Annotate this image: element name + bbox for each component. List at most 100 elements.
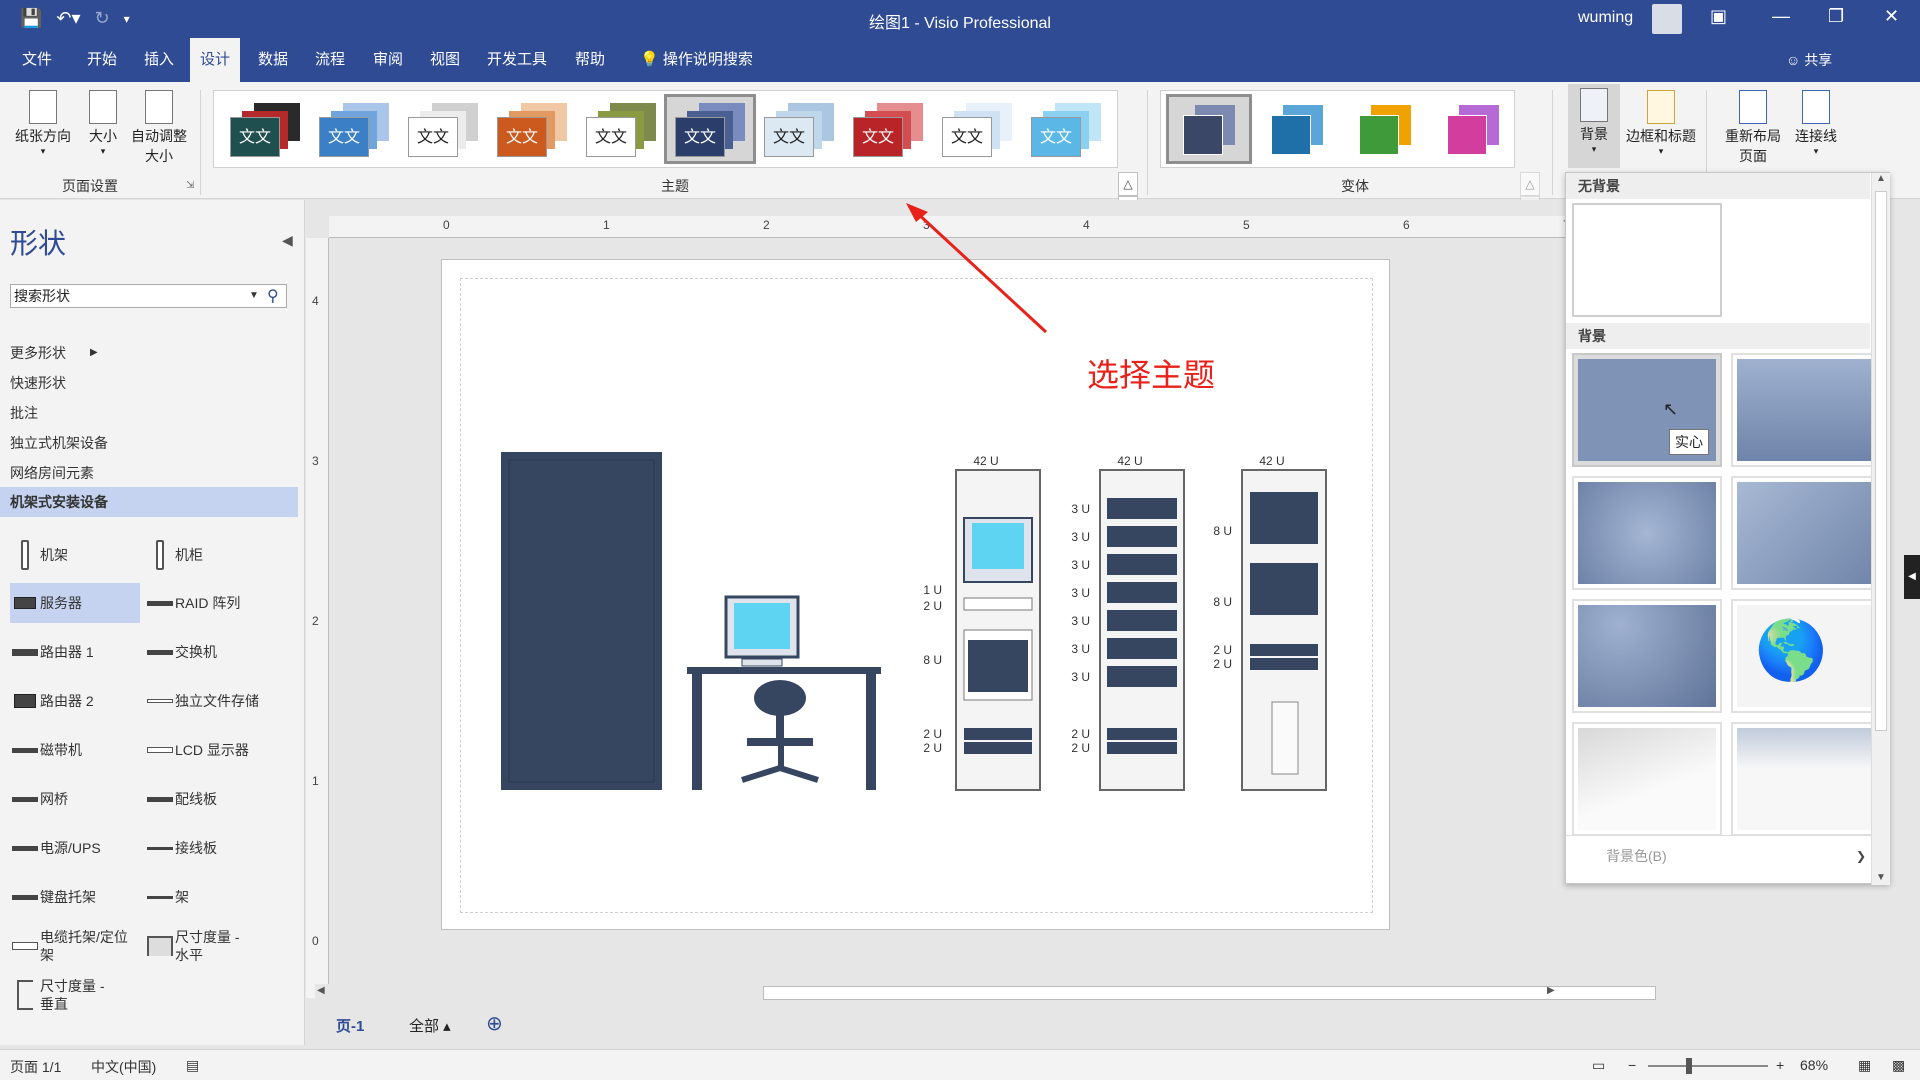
theme-option[interactable]: 文文 — [934, 97, 1020, 161]
background-color-option[interactable]: 背景色(B) ❯ — [1566, 835, 1870, 875]
tab-file[interactable]: 文件 — [12, 38, 62, 82]
theme-option[interactable]: 文文 — [664, 94, 756, 164]
collapse-panel-icon[interactable]: ◀ — [282, 232, 293, 249]
shape-shelf[interactable]: 架 — [145, 877, 275, 917]
all-pages-tab[interactable]: 全部 ▴ — [409, 1015, 451, 1036]
dropdown-scrollbar[interactable]: ▲ ▼ — [1871, 173, 1890, 885]
theme-option[interactable]: 文文 — [845, 97, 931, 161]
scroll-right-icon[interactable]: ▶ — [1547, 985, 1555, 996]
relayout-page-button[interactable]: 重新布局 页面 — [1718, 86, 1788, 166]
macro-record-icon[interactable]: ▤ — [186, 1057, 199, 1074]
no-background-option[interactable] — [1572, 203, 1722, 317]
rack-2-shape[interactable]: 42 U — [1099, 454, 1185, 791]
tab-process[interactable]: 流程 — [305, 38, 355, 82]
tab-home[interactable]: 开始 — [77, 38, 127, 82]
zoom-out-icon[interactable]: − — [1628, 1057, 1636, 1073]
close-icon[interactable]: ✕ — [1884, 6, 1899, 27]
shape-power-strip[interactable]: 接线板 — [145, 828, 275, 868]
shape-bridge[interactable]: 网桥 — [10, 779, 140, 819]
variant-option[interactable] — [1257, 97, 1337, 161]
theme-option[interactable]: 文文 — [1023, 97, 1109, 161]
horizontal-scrollbar[interactable]: ◀ ▶ — [315, 984, 1656, 1002]
avatar[interactable] — [1652, 4, 1682, 34]
shape-cabinet[interactable]: 机柜 — [145, 535, 275, 575]
stencil-network-room[interactable]: 网络房间元素 — [0, 458, 298, 488]
shape-patch-panel[interactable]: 配线板 — [145, 779, 275, 819]
stencil-freestanding-rack[interactable]: 独立式机架设备 — [0, 428, 298, 458]
shape-dimension-horizontal[interactable]: 尺寸度量 - 水平 — [145, 926, 275, 966]
zoom-level[interactable]: 68% — [1800, 1057, 1828, 1073]
stencil-rack-mounted[interactable]: 机架式安装设备 — [0, 487, 298, 517]
tab-view[interactable]: 视图 — [420, 38, 470, 82]
shape-cable-tray[interactable]: 电缆托架/定位架 — [10, 926, 140, 966]
user-name[interactable]: wuming — [1578, 9, 1633, 27]
minimize-icon[interactable]: — — [1772, 6, 1790, 27]
search-dropdown-icon[interactable]: ▼ — [249, 285, 259, 307]
shape-server[interactable]: 服务器 — [10, 583, 140, 623]
desk-shape[interactable] — [687, 595, 881, 790]
theme-option[interactable]: 文文 — [578, 97, 664, 161]
ribbon-display-icon[interactable]: ▣ — [1710, 6, 1727, 27]
shape-raid[interactable]: RAID 阵列 — [145, 583, 275, 623]
auto-size-button[interactable]: 自动调整 大小 — [128, 86, 190, 166]
shape-keyboard-tray[interactable]: 键盘托架 — [10, 877, 140, 917]
scroll-thumb[interactable] — [1875, 191, 1887, 731]
background-button[interactable]: 背景 ▾ — [1568, 84, 1620, 168]
bg-technology-option[interactable] — [1572, 722, 1722, 836]
bg-solid-option[interactable]: ↖ 实心 — [1572, 353, 1722, 467]
tab-design[interactable]: 设计 — [190, 38, 241, 82]
variant-option[interactable] — [1166, 94, 1252, 164]
theme-option[interactable]: 文文 — [311, 97, 397, 161]
scroll-left-icon[interactable]: ◀ — [317, 985, 325, 996]
stencil-more-shapes[interactable]: 更多形状 ▶ — [0, 338, 298, 368]
bg-gradient-option[interactable] — [1731, 353, 1881, 467]
tab-help[interactable]: 帮助 — [565, 38, 615, 82]
theme-option[interactable]: 文文 — [222, 97, 308, 161]
tab-data[interactable]: 数据 — [248, 38, 298, 82]
shape-router-2[interactable]: 路由器 2 — [10, 681, 140, 721]
orientation-button[interactable]: 纸张方向 ▾ — [8, 86, 78, 157]
gallery-scroll-up[interactable]: △ — [1118, 172, 1138, 196]
rack-3-shape[interactable]: 42 U — [1241, 454, 1327, 791]
tab-review[interactable]: 审阅 — [363, 38, 413, 82]
shape-switch[interactable]: 交换机 — [145, 632, 275, 672]
presentation-mode-icon[interactable]: ▭ — [1592, 1057, 1605, 1074]
share-button[interactable]: ☺ 共享 — [1786, 50, 1832, 70]
tab-developer[interactable]: 开发工具 — [477, 38, 557, 82]
bg-soft-gradient-option[interactable] — [1731, 476, 1881, 590]
rack-1-shape[interactable]: 42 U — [955, 454, 1041, 791]
switch-windows-icon[interactable]: ▩ — [1892, 1057, 1905, 1074]
theme-option[interactable]: 文文 — [756, 97, 842, 161]
dialog-launcher-icon[interactable]: ⇲ — [186, 180, 194, 191]
door-shape[interactable] — [501, 452, 662, 790]
tab-insert[interactable]: 插入 — [134, 38, 184, 82]
scroll-up-icon[interactable]: ▲ — [1872, 173, 1890, 184]
zoom-slider-thumb[interactable] — [1686, 1058, 1692, 1074]
bg-flow-option[interactable] — [1731, 722, 1881, 836]
zoom-in-icon[interactable]: + — [1776, 1057, 1784, 1073]
zoom-slider[interactable] — [1648, 1065, 1768, 1067]
language-indicator[interactable]: 中文(中国) — [91, 1057, 156, 1077]
shape-file-storage[interactable]: 独立文件存储 — [145, 681, 275, 721]
search-shapes-input[interactable]: 搜索形状 ▼ ⚲ — [10, 284, 287, 308]
maximize-icon[interactable]: ❐ — [1828, 6, 1844, 27]
add-page-icon[interactable]: ⊕ — [486, 1011, 503, 1036]
bg-center-gradient-option[interactable] — [1572, 476, 1722, 590]
bg-vignette-option[interactable] — [1572, 599, 1722, 713]
variant-scroll-up[interactable]: △ — [1520, 172, 1540, 196]
connectors-button[interactable]: 连接线 ▾ — [1790, 86, 1842, 157]
variant-option[interactable] — [1345, 97, 1425, 161]
variant-option[interactable] — [1433, 97, 1513, 161]
theme-option[interactable]: 文文 — [400, 97, 486, 161]
shape-router-1[interactable]: 路由器 1 — [10, 632, 140, 672]
search-icon[interactable]: ⚲ — [267, 286, 279, 308]
size-button[interactable]: 大小 ▾ — [80, 86, 126, 157]
theme-option[interactable]: 文文 — [489, 97, 575, 161]
drawing-page[interactable]: 42 U 1 U 2 U 8 U 2 U 2 U 42 U 3 U 3 U 3 … — [441, 259, 1390, 930]
page-tab[interactable]: 页-1 — [336, 1015, 364, 1036]
shape-dimension-vertical[interactable]: 尺寸度量 - 垂直 — [10, 975, 140, 1015]
scroll-thumb[interactable] — [763, 986, 1656, 1000]
shape-rack[interactable]: 机架 — [10, 535, 140, 575]
side-panel-toggle[interactable]: ◀ — [1904, 555, 1920, 599]
fit-page-icon[interactable]: ▦ — [1858, 1057, 1871, 1074]
